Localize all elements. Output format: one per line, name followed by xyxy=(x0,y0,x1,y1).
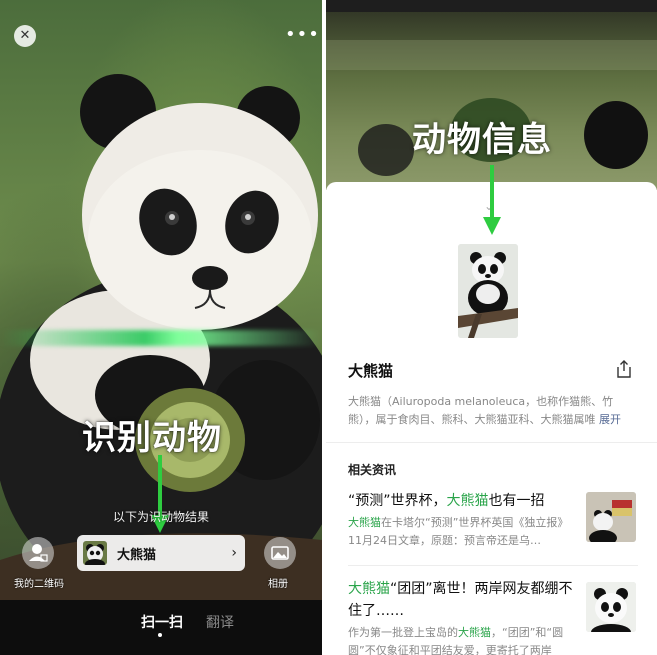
share-icon[interactable] xyxy=(616,360,632,378)
news-title: 大熊猫“团团”离世！两岸网友都绷不住了…… xyxy=(348,581,573,619)
result-name: 大熊猫 xyxy=(117,547,157,563)
active-tab-indicator xyxy=(158,633,162,637)
related-news-heading: 相关资讯 xyxy=(348,463,397,477)
person-icon xyxy=(29,544,48,562)
scanner-screen: ✕ ••• 识别动物 以下为识动物结果 大熊猫 › 我的二维码 相册 扫一扫 翻… xyxy=(0,0,322,655)
animal-photo[interactable] xyxy=(458,244,518,338)
tab-scan[interactable]: 扫一扫 xyxy=(141,612,183,632)
animal-name: 大熊猫 xyxy=(348,362,394,380)
my-qr-code-label: 我的二维码 xyxy=(14,579,64,590)
caption-identify-animal: 识别动物 xyxy=(82,418,222,458)
news-divider xyxy=(348,565,638,566)
status-strip xyxy=(326,0,657,12)
close-icon: ✕ xyxy=(19,28,31,43)
scan-line xyxy=(0,330,322,346)
news-title: “预测”世界杯，大熊猫也有一招 xyxy=(348,493,545,509)
news-summary: 作为第一批登上宝岛的大熊猫，“团团”和“圆圆”不仅象征和平团结友爱，更寄托了两岸 xyxy=(348,626,564,655)
arrow-down-icon xyxy=(483,165,501,235)
more-options-button[interactable]: ••• xyxy=(285,26,320,44)
caption-animal-info: 动物信息 xyxy=(412,120,552,160)
news-thumbnail xyxy=(586,492,636,542)
more-icon: ••• xyxy=(285,24,320,45)
result-thumbnail xyxy=(83,541,107,565)
expand-link[interactable]: 展开 xyxy=(599,413,621,426)
section-divider xyxy=(326,442,657,443)
image-icon xyxy=(271,546,289,560)
news-item[interactable]: 大熊猫“团团”离世！两岸网友都绷不住了…… 作为第一批登上宝岛的大熊猫，“团团”… xyxy=(348,578,638,655)
album-button[interactable] xyxy=(264,537,296,569)
result-hint: 以下为识动物结果 xyxy=(112,510,209,524)
close-button[interactable]: ✕ xyxy=(14,25,36,47)
tab-translate[interactable]: 翻译 xyxy=(206,612,234,632)
news-summary: 大熊猫在卡塔尔“预测”世界杯英国《独立报》11月24日文章，原题：预言帝还是乌… xyxy=(348,516,569,547)
news-item[interactable]: “预测”世界杯，大熊猫也有一招 大熊猫在卡塔尔“预测”世界杯英国《独立报》11月… xyxy=(348,490,638,550)
animal-info-screen: 动物信息 ⌄ 大熊猫 大熊猫（Ailuropoda melanoleuca，也称… xyxy=(326,0,657,655)
my-qr-code-button[interactable] xyxy=(22,537,54,569)
result-card[interactable]: 大熊猫 › xyxy=(77,535,245,571)
animal-description: 大熊猫（Ailuropoda melanoleuca，也称作猫熊、竹熊），属于食… xyxy=(348,393,638,429)
blurred-camera-background xyxy=(326,0,657,190)
chevron-right-icon: › xyxy=(231,545,237,561)
news-thumbnail xyxy=(586,582,636,632)
description-text: 大熊猫（Ailuropoda melanoleuca，也称作猫熊、竹熊），属于食… xyxy=(348,395,614,426)
album-label: 相册 xyxy=(268,579,288,590)
